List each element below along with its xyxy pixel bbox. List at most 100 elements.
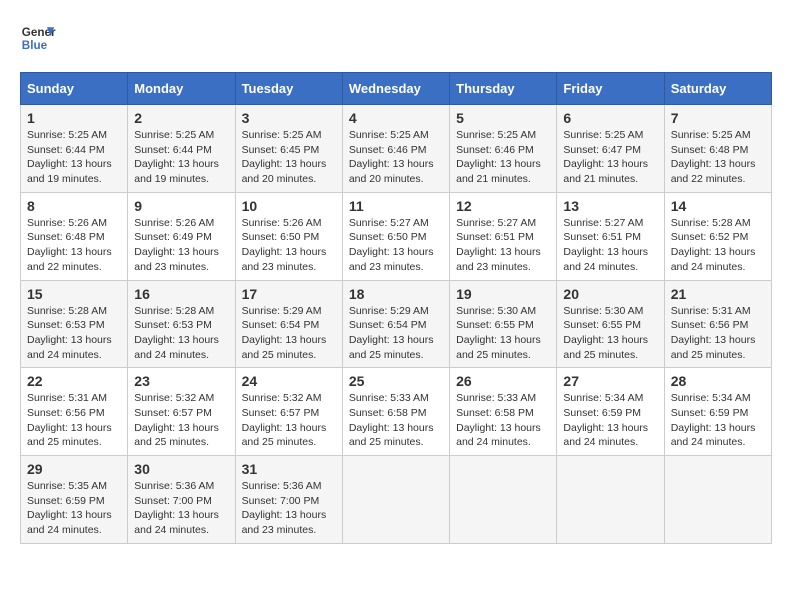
day-cell-2: 2 Sunrise: 5:25 AM Sunset: 6:44 PM Daylig… — [128, 105, 235, 193]
day-cell-12: 12 Sunrise: 5:27 AM Sunset: 6:51 PM Dayli… — [450, 192, 557, 280]
day-cell-15: 15 Sunrise: 5:28 AM Sunset: 6:53 PM Dayli… — [21, 280, 128, 368]
day-info: Sunrise: 5:30 AM Sunset: 6:55 PM Dayligh… — [456, 304, 550, 363]
day-number: 23 — [134, 373, 228, 389]
column-header-thursday: Thursday — [450, 73, 557, 105]
day-number: 16 — [134, 286, 228, 302]
day-cell-1: 1 Sunrise: 5:25 AM Sunset: 6:44 PM Daylig… — [21, 105, 128, 193]
empty-cell — [450, 456, 557, 544]
day-info: Sunrise: 5:28 AM Sunset: 6:52 PM Dayligh… — [671, 216, 765, 275]
day-info: Sunrise: 5:25 AM Sunset: 6:46 PM Dayligh… — [349, 128, 443, 187]
day-number: 31 — [242, 461, 336, 477]
day-info: Sunrise: 5:29 AM Sunset: 6:54 PM Dayligh… — [242, 304, 336, 363]
day-number: 29 — [27, 461, 121, 477]
day-cell-3: 3 Sunrise: 5:25 AM Sunset: 6:45 PM Daylig… — [235, 105, 342, 193]
day-number: 1 — [27, 110, 121, 126]
day-info: Sunrise: 5:34 AM Sunset: 6:59 PM Dayligh… — [671, 391, 765, 450]
day-info: Sunrise: 5:33 AM Sunset: 6:58 PM Dayligh… — [349, 391, 443, 450]
day-cell-13: 13 Sunrise: 5:27 AM Sunset: 6:51 PM Dayli… — [557, 192, 664, 280]
day-cell-17: 17 Sunrise: 5:29 AM Sunset: 6:54 PM Dayli… — [235, 280, 342, 368]
day-info: Sunrise: 5:27 AM Sunset: 6:50 PM Dayligh… — [349, 216, 443, 275]
day-cell-14: 14 Sunrise: 5:28 AM Sunset: 6:52 PM Dayli… — [664, 192, 771, 280]
day-cell-16: 16 Sunrise: 5:28 AM Sunset: 6:53 PM Dayli… — [128, 280, 235, 368]
day-number: 17 — [242, 286, 336, 302]
day-number: 30 — [134, 461, 228, 477]
day-number: 5 — [456, 110, 550, 126]
day-info: Sunrise: 5:25 AM Sunset: 6:47 PM Dayligh… — [563, 128, 657, 187]
day-number: 19 — [456, 286, 550, 302]
day-info: Sunrise: 5:25 AM Sunset: 6:48 PM Dayligh… — [671, 128, 765, 187]
day-number: 24 — [242, 373, 336, 389]
day-cell-28: 28 Sunrise: 5:34 AM Sunset: 6:59 PM Dayli… — [664, 368, 771, 456]
day-cell-27: 27 Sunrise: 5:34 AM Sunset: 6:59 PM Dayli… — [557, 368, 664, 456]
calendar-table: SundayMondayTuesdayWednesdayThursdayFrid… — [20, 72, 772, 544]
day-cell-22: 22 Sunrise: 5:31 AM Sunset: 6:56 PM Dayli… — [21, 368, 128, 456]
day-number: 6 — [563, 110, 657, 126]
day-info: Sunrise: 5:26 AM Sunset: 6:50 PM Dayligh… — [242, 216, 336, 275]
day-info: Sunrise: 5:28 AM Sunset: 6:53 PM Dayligh… — [27, 304, 121, 363]
day-number: 10 — [242, 198, 336, 214]
day-info: Sunrise: 5:31 AM Sunset: 6:56 PM Dayligh… — [671, 304, 765, 363]
logo: General Blue — [20, 20, 56, 56]
logo-icon: General Blue — [20, 20, 56, 56]
column-header-tuesday: Tuesday — [235, 73, 342, 105]
day-number: 21 — [671, 286, 765, 302]
day-cell-9: 9 Sunrise: 5:26 AM Sunset: 6:49 PM Daylig… — [128, 192, 235, 280]
day-cell-29: 29 Sunrise: 5:35 AM Sunset: 6:59 PM Dayli… — [21, 456, 128, 544]
column-header-wednesday: Wednesday — [342, 73, 449, 105]
day-info: Sunrise: 5:34 AM Sunset: 6:59 PM Dayligh… — [563, 391, 657, 450]
day-cell-8: 8 Sunrise: 5:26 AM Sunset: 6:48 PM Daylig… — [21, 192, 128, 280]
day-info: Sunrise: 5:27 AM Sunset: 6:51 PM Dayligh… — [456, 216, 550, 275]
day-cell-20: 20Sunrise: 5:30 AM Sunset: 6:55 PM Dayli… — [557, 280, 664, 368]
day-number: 15 — [27, 286, 121, 302]
day-info: Sunrise: 5:25 AM Sunset: 6:45 PM Dayligh… — [242, 128, 336, 187]
day-info: Sunrise: 5:36 AM Sunset: 7:00 PM Dayligh… — [242, 479, 336, 538]
day-info: Sunrise: 5:27 AM Sunset: 6:51 PM Dayligh… — [563, 216, 657, 275]
svg-text:Blue: Blue — [22, 39, 48, 52]
day-cell-24: 24Sunrise: 5:32 AM Sunset: 6:57 PM Dayli… — [235, 368, 342, 456]
day-number: 12 — [456, 198, 550, 214]
day-number: 27 — [563, 373, 657, 389]
column-header-friday: Friday — [557, 73, 664, 105]
day-cell-10: 10 Sunrise: 5:26 AM Sunset: 6:50 PM Dayli… — [235, 192, 342, 280]
day-number: 26 — [456, 373, 550, 389]
day-cell-7: 7Sunrise: 5:25 AM Sunset: 6:48 PM Daylig… — [664, 105, 771, 193]
day-info: Sunrise: 5:26 AM Sunset: 6:48 PM Dayligh… — [27, 216, 121, 275]
day-number: 14 — [671, 198, 765, 214]
day-number: 8 — [27, 198, 121, 214]
day-info: Sunrise: 5:36 AM Sunset: 7:00 PM Dayligh… — [134, 479, 228, 538]
column-header-saturday: Saturday — [664, 73, 771, 105]
day-info: Sunrise: 5:26 AM Sunset: 6:49 PM Dayligh… — [134, 216, 228, 275]
empty-cell — [342, 456, 449, 544]
day-cell-4: 4Sunrise: 5:25 AM Sunset: 6:46 PM Daylig… — [342, 105, 449, 193]
day-number: 28 — [671, 373, 765, 389]
day-cell-31: 31 Sunrise: 5:36 AM Sunset: 7:00 PM Dayli… — [235, 456, 342, 544]
calendar-header-row: SundayMondayTuesdayWednesdayThursdayFrid… — [21, 73, 772, 105]
day-info: Sunrise: 5:25 AM Sunset: 6:44 PM Dayligh… — [27, 128, 121, 187]
day-number: 9 — [134, 198, 228, 214]
day-info: Sunrise: 5:35 AM Sunset: 6:59 PM Dayligh… — [27, 479, 121, 538]
day-number: 11 — [349, 198, 443, 214]
day-cell-6: 6 Sunrise: 5:25 AM Sunset: 6:47 PM Daylig… — [557, 105, 664, 193]
week-row-4: 22 Sunrise: 5:31 AM Sunset: 6:56 PM Dayli… — [21, 368, 772, 456]
calendar-body: 1 Sunrise: 5:25 AM Sunset: 6:44 PM Daylig… — [21, 105, 772, 544]
day-info: Sunrise: 5:25 AM Sunset: 6:44 PM Dayligh… — [134, 128, 228, 187]
empty-cell — [557, 456, 664, 544]
day-number: 3 — [242, 110, 336, 126]
day-info: Sunrise: 5:25 AM Sunset: 6:46 PM Dayligh… — [456, 128, 550, 187]
day-cell-26: 26 Sunrise: 5:33 AM Sunset: 6:58 PM Dayli… — [450, 368, 557, 456]
column-header-sunday: Sunday — [21, 73, 128, 105]
day-cell-11: 11 Sunrise: 5:27 AM Sunset: 6:50 PM Dayli… — [342, 192, 449, 280]
week-row-5: 29 Sunrise: 5:35 AM Sunset: 6:59 PM Dayli… — [21, 456, 772, 544]
day-info: Sunrise: 5:33 AM Sunset: 6:58 PM Dayligh… — [456, 391, 550, 450]
day-info: Sunrise: 5:28 AM Sunset: 6:53 PM Dayligh… — [134, 304, 228, 363]
day-cell-25: 25 Sunrise: 5:33 AM Sunset: 6:58 PM Dayli… — [342, 368, 449, 456]
day-number: 13 — [563, 198, 657, 214]
day-number: 22 — [27, 373, 121, 389]
header: General Blue — [20, 20, 772, 56]
day-info: Sunrise: 5:31 AM Sunset: 6:56 PM Dayligh… — [27, 391, 121, 450]
day-number: 25 — [349, 373, 443, 389]
day-number: 18 — [349, 286, 443, 302]
week-row-1: 1 Sunrise: 5:25 AM Sunset: 6:44 PM Daylig… — [21, 105, 772, 193]
week-row-3: 15 Sunrise: 5:28 AM Sunset: 6:53 PM Dayli… — [21, 280, 772, 368]
day-number: 2 — [134, 110, 228, 126]
